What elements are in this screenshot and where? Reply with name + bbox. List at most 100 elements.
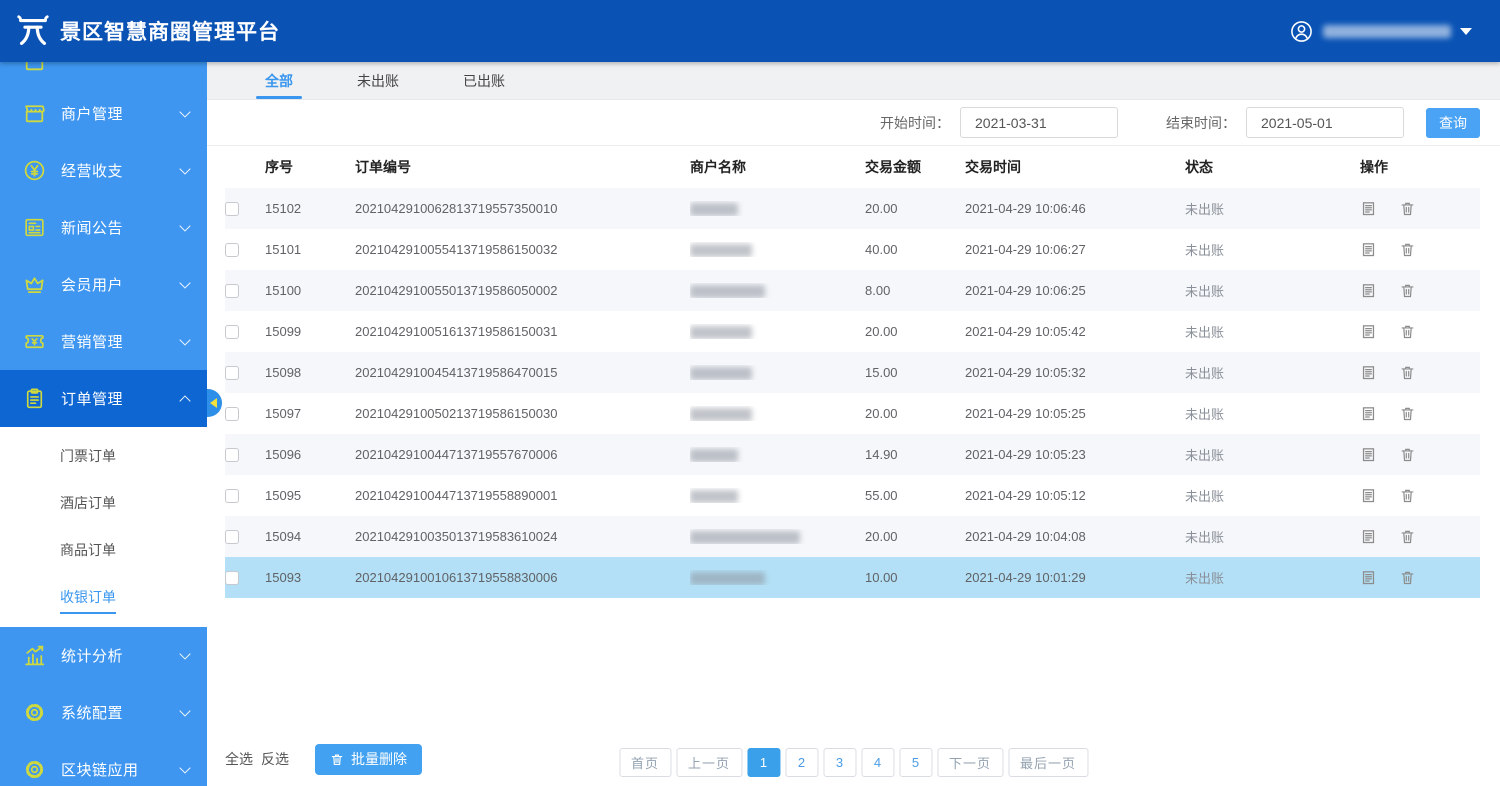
delete-icon[interactable]	[1399, 364, 1416, 381]
select-all-link[interactable]: 全选	[225, 749, 253, 769]
chevron-down-icon	[179, 705, 190, 716]
sidebar-menu: 商户管理经营收支新闻公告会员用户营销管理订单管理门票订单酒店订单商品订单收银订单…	[0, 85, 207, 786]
detail-icon[interactable]	[1360, 528, 1377, 545]
tab-3[interactable]: 已出账	[460, 62, 508, 99]
chevron-up-icon	[179, 395, 190, 406]
page-button-nav-1[interactable]: 首页	[619, 748, 671, 777]
delete-icon[interactable]	[1399, 200, 1416, 217]
row-checkbox[interactable]	[225, 448, 239, 462]
sidebar-item-7[interactable]: 统计分析	[0, 627, 207, 684]
invert-select-link[interactable]: 反选	[261, 749, 289, 769]
page-button-3[interactable]: 3	[823, 748, 856, 777]
query-button[interactable]: 查询	[1426, 108, 1480, 138]
start-time-input[interactable]	[960, 107, 1118, 138]
table-row[interactable]: 15098202104291004541371958647001515.0020…	[225, 352, 1480, 393]
tab-1[interactable]: 全部	[262, 62, 296, 99]
sidebar-item-partial[interactable]	[0, 62, 207, 85]
table-row[interactable]: 15094202104291003501371958361002420.0020…	[225, 516, 1480, 557]
row-checkbox[interactable]	[225, 284, 239, 298]
delete-icon[interactable]	[1399, 528, 1416, 545]
delete-icon[interactable]	[1399, 241, 1416, 258]
row-checkbox[interactable]	[225, 243, 239, 257]
user-name-blurred	[1323, 25, 1451, 38]
page-button-nav-9[interactable]: 最后一页	[1008, 748, 1088, 777]
detail-icon[interactable]	[1360, 241, 1377, 258]
table-row[interactable]: 15093202104291001061371955883000610.0020…	[225, 557, 1480, 598]
delete-icon[interactable]	[1399, 282, 1416, 299]
top-header: 景区智慧商圈管理平台	[0, 0, 1500, 62]
table-body: 15102202104291006281371955735001020.0020…	[225, 188, 1480, 598]
row-checkbox[interactable]	[225, 407, 239, 421]
delete-icon[interactable]	[1399, 405, 1416, 422]
detail-icon[interactable]	[1360, 282, 1377, 299]
page-button-4[interactable]: 4	[861, 748, 894, 777]
cell-order-no: 2021042910051613719586150031	[355, 324, 690, 339]
cell-merchant	[690, 242, 865, 257]
detail-icon[interactable]	[1360, 569, 1377, 586]
user-menu[interactable]	[1289, 0, 1472, 62]
status-tabs: 全部 未出账 已出账	[207, 62, 1500, 100]
submenu-item-3[interactable]: 商品订单	[0, 527, 207, 574]
sidebar-item-2[interactable]: 经营收支	[0, 142, 207, 199]
batch-delete-button[interactable]: 批量删除	[315, 744, 422, 775]
sidebar-item-3[interactable]: 新闻公告	[0, 199, 207, 256]
table-row[interactable]: 15101202104291005541371958615003240.0020…	[225, 229, 1480, 270]
detail-icon[interactable]	[1360, 446, 1377, 463]
sidebar-item-4[interactable]: 会员用户	[0, 256, 207, 313]
row-checkbox[interactable]	[225, 325, 239, 339]
cell-time: 2021-04-29 10:05:42	[965, 324, 1185, 339]
cell-order-no: 2021042910045413719586470015	[355, 365, 690, 380]
detail-icon[interactable]	[1360, 405, 1377, 422]
tab-2[interactable]: 未出账	[354, 62, 402, 99]
cell-merchant	[690, 201, 865, 216]
delete-icon[interactable]	[1399, 323, 1416, 340]
row-checkbox[interactable]	[225, 571, 239, 585]
table-row[interactable]: 15096202104291004471371955767000614.9020…	[225, 434, 1480, 475]
page-button-1[interactable]: 1	[747, 748, 780, 777]
row-checkbox[interactable]	[225, 530, 239, 544]
submenu-item-1[interactable]: 门票订单	[0, 433, 207, 480]
sidebar-item-6[interactable]: 订单管理	[0, 370, 207, 427]
sidebar-item-label: 会员用户	[61, 274, 181, 295]
delete-icon[interactable]	[1399, 487, 1416, 504]
table-row[interactable]: 1510020210429100550137195860500028.00202…	[225, 270, 1480, 311]
page-button-2[interactable]: 2	[785, 748, 818, 777]
detail-icon[interactable]	[1360, 487, 1377, 504]
row-checkbox[interactable]	[225, 202, 239, 216]
cell-status: 未出账	[1185, 363, 1360, 382]
detail-icon[interactable]	[1360, 364, 1377, 381]
clipboard-icon	[22, 386, 47, 411]
sidebar-item-5[interactable]: 营销管理	[0, 313, 207, 370]
submenu-item-4[interactable]: 收银订单	[0, 574, 207, 621]
page-button-nav-2[interactable]: 上一页	[676, 748, 742, 777]
cell-time: 2021-04-29 10:05:32	[965, 365, 1185, 380]
delete-icon[interactable]	[1399, 446, 1416, 463]
detail-icon[interactable]	[1360, 323, 1377, 340]
table-row[interactable]: 15095202104291004471371955889000155.0020…	[225, 475, 1480, 516]
merchant-name-blurred	[690, 449, 738, 462]
row-checkbox[interactable]	[225, 489, 239, 503]
table-row[interactable]: 15097202104291005021371958615003020.0020…	[225, 393, 1480, 434]
detail-icon[interactable]	[1360, 200, 1377, 217]
table-row[interactable]: 15099202104291005161371958615003120.0020…	[225, 311, 1480, 352]
table-row[interactable]: 15102202104291006281371955735001020.0020…	[225, 188, 1480, 229]
merchant-name-blurred	[690, 203, 738, 216]
end-time-input[interactable]	[1246, 107, 1404, 138]
sidebar-item-9[interactable]: 区块链应用	[0, 741, 207, 786]
cell-seq: 15100	[265, 283, 355, 298]
collapse-arrow-icon	[210, 398, 217, 408]
page-button-5[interactable]: 5	[899, 748, 932, 777]
sidebar-item-8[interactable]: 系统配置	[0, 684, 207, 741]
page-button-nav-8[interactable]: 下一页	[937, 748, 1003, 777]
delete-icon[interactable]	[1399, 569, 1416, 586]
row-checkbox[interactable]	[225, 366, 239, 380]
cell-order-no: 2021042910055013719586050002	[355, 283, 690, 298]
sidebar-item-label: 经营收支	[61, 160, 181, 181]
submenu-item-2[interactable]: 酒店订单	[0, 480, 207, 527]
sidebar-item-1[interactable]: 商户管理	[0, 85, 207, 142]
cell-amount: 20.00	[865, 324, 965, 339]
cell-merchant	[690, 529, 865, 544]
sidebar: 商户管理经营收支新闻公告会员用户营销管理订单管理门票订单酒店订单商品订单收银订单…	[0, 62, 207, 786]
cell-amount: 20.00	[865, 406, 965, 421]
cell-amount: 20.00	[865, 529, 965, 544]
